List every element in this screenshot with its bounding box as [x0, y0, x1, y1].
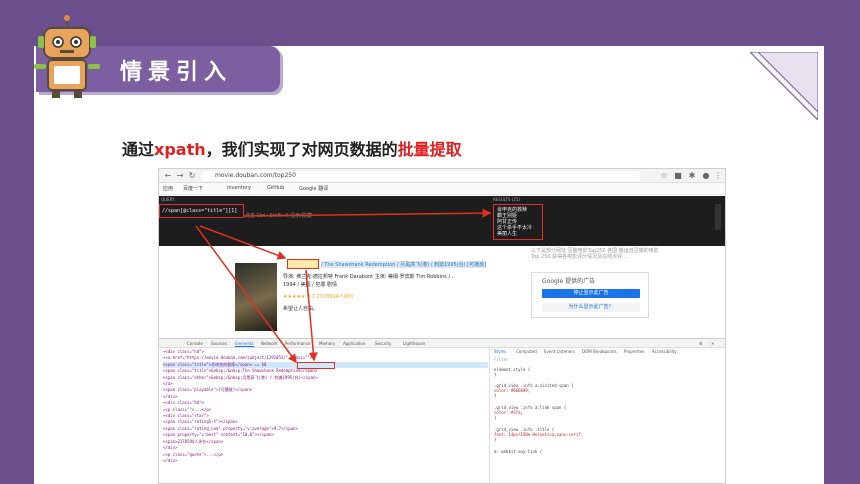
address-bar: ← → ↻ movie.douban.com/top250 ☆ ■ ✱ ● ⋮ — [159, 169, 725, 183]
reload-icon[interactable]: ↻ — [187, 171, 197, 181]
tab-lighthouse[interactable]: Lighthouse — [403, 341, 425, 346]
query-label: QUERY — [161, 197, 175, 202]
headline-emphasis: 批量提取 — [397, 140, 462, 159]
film-quote: 希望让人自由。 — [283, 306, 319, 312]
panel-scrollbar[interactable] — [715, 204, 721, 230]
dom-line[interactable]: </div> — [163, 458, 488, 464]
headline-keyword: xpath — [154, 140, 206, 159]
slide-headline: 通过xpath，我们实现了对网页数据的批量提取 — [122, 136, 462, 160]
tab-sources[interactable]: Sources — [211, 341, 227, 346]
bookmark-apps[interactable]: 应用 — [163, 185, 173, 192]
movie-poster-image[interactable] — [235, 263, 277, 331]
browser-screenshot: ← → ↻ movie.douban.com/top250 ☆ ■ ✱ ● ⋮ … — [158, 168, 726, 484]
profile-icon[interactable]: ● — [701, 171, 711, 181]
film-credits: 导演: 弗兰克·德拉邦特 Frank Darabont 主演: 蒂姆·罗宾斯 T… — [283, 274, 455, 280]
bookmark-google-translate[interactable]: Google 翻译 — [299, 185, 328, 192]
headline-prefix: 通过 — [122, 140, 155, 159]
star-icon[interactable]: ☆ — [659, 171, 669, 181]
bookmark-baidu[interactable]: 百度一下 — [183, 185, 203, 192]
styles-pane: Styles Computed Event Listeners DOM Brea… — [489, 349, 725, 483]
stop-ad-button[interactable]: 停止显示此广告 — [542, 289, 640, 298]
xpath-results-list: 肖申克的救赎 霸王别姬 阿甘正传 这个杀手不太冷 美丽人生 — [493, 204, 543, 240]
tab-event-listeners[interactable]: Event Listeners — [544, 349, 575, 354]
style-rule: } — [494, 393, 497, 398]
query-hint: 点击 Ctrl+Shift+X 显示/隐藏 — [245, 213, 312, 219]
tab-computed[interactable]: Computed — [516, 349, 537, 354]
forward-icon[interactable]: → — [175, 171, 185, 181]
style-rule: element.style { — [494, 367, 531, 372]
headline-middle: ，我们实现了对网页数据的 — [205, 140, 398, 159]
tab-styles[interactable]: Styles — [494, 349, 506, 354]
tab-network[interactable]: Network — [261, 341, 278, 346]
tab-security[interactable]: Security — [375, 341, 391, 346]
paper-fold-decoration — [750, 52, 818, 120]
result-item: 美丽人生 — [497, 231, 518, 237]
menu-icon[interactable]: ⋮ — [713, 171, 723, 181]
back-icon[interactable]: ← — [163, 171, 173, 181]
side-description: 以下是部分网址 豆瓣电影Top250 各国 搬运自豆瓣的电影Top 250 获得… — [531, 248, 659, 260]
style-rule: } — [494, 437, 497, 442]
devtools-tab-bar: Console Sources Elements Network Perform… — [159, 339, 725, 348]
google-ad-label: Google 提供的广告 — [542, 278, 596, 285]
settings-icon[interactable]: ⚙ — [699, 341, 703, 346]
bookmarks-bar: 应用 百度一下 inventory GitHub Google 翻译 — [159, 183, 725, 195]
style-rule: font: 14px/150% Helvetica,sans-serif; — [494, 432, 584, 437]
close-devtools-icon[interactable]: ✕ — [711, 341, 714, 346]
style-rule: } — [494, 372, 497, 377]
bookmark-inventory[interactable]: inventory — [227, 185, 251, 191]
film-rating: ★★★★★ 9.7 2178594人评价 — [283, 294, 354, 300]
url-field[interactable]: movie.douban.com/top250 — [201, 171, 641, 181]
xpath-query-input[interactable]: //span[@class="title"][1] — [159, 204, 244, 218]
film-year-genre: 1994 / 美国 / 犯罪 剧情 — [283, 282, 338, 288]
why-ad-button[interactable]: 为什么显示此广告？ — [542, 303, 640, 312]
tab-console[interactable]: Console — [187, 341, 203, 346]
tab-dom-breakpoints[interactable]: DOM Breakpoints — [582, 349, 617, 354]
tab-elements[interactable]: Elements — [235, 341, 254, 347]
extension-icon[interactable]: ■ — [673, 171, 683, 181]
style-rule: } — [494, 415, 497, 420]
tab-performance[interactable]: Performance — [285, 341, 310, 346]
xpath-helper-panel: QUERY //span[@class="title"][1] 点击 Ctrl+… — [159, 196, 725, 246]
results-label: RESULTS (25) — [493, 197, 520, 202]
section-badge-label: 情景引入 — [120, 60, 233, 85]
tab-memory[interactable]: Memory — [319, 341, 335, 346]
google-ad-box: Google 提供的广告 停止显示此广告 为什么显示此广告？ — [531, 272, 649, 318]
selected-node-highlight — [297, 362, 335, 369]
styles-filter-input[interactable]: Filter — [494, 357, 508, 362]
dom-tree: ▾<div class="hd"> ▾<a href="https://movi… — [163, 349, 488, 483]
puzzle-icon[interactable]: ✱ — [687, 171, 697, 181]
style-rule: color: #37a; — [494, 410, 523, 415]
tab-accessibility[interactable]: Accessibility — [652, 349, 677, 354]
robot-mascot-icon — [34, 15, 100, 98]
style-rule: a:-webkit-any-link { — [494, 449, 543, 454]
devtools-panel: Console Sources Elements Network Perform… — [159, 338, 725, 483]
bookmark-github[interactable]: GitHub — [267, 185, 284, 191]
tab-properties[interactable]: Properties — [624, 349, 644, 354]
tab-application[interactable]: Application — [343, 341, 365, 346]
highlighted-title-box[interactable] — [287, 259, 319, 269]
film-alt-title-link[interactable]: / The Shawshank Redemption / 月黑高飞(港) / 刺… — [321, 261, 487, 268]
style-rule: color: #666699; — [494, 388, 531, 393]
